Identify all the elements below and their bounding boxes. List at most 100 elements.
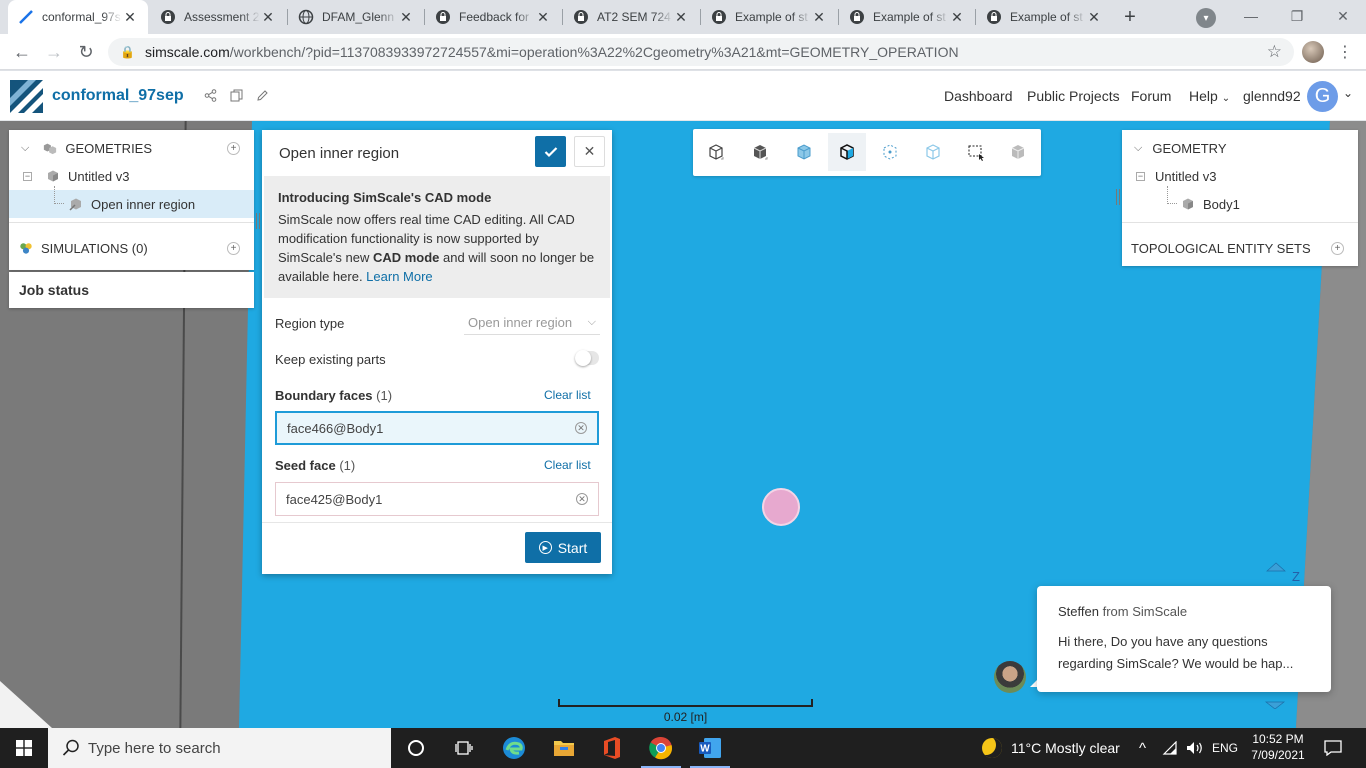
add-geometry-button[interactable]: + [227,141,240,155]
collapse-box-icon[interactable]: − [1136,171,1145,181]
network-wifi-icon[interactable] [1162,728,1178,768]
transparent-view-icon[interactable] [785,133,823,171]
region-type-select[interactable]: Open inner region ⌵ [464,311,600,335]
browser-menu-icon[interactable]: ⋮ [1335,40,1355,64]
face-select-icon[interactable] [828,133,866,171]
wireframe-view-icon[interactable] [697,133,735,171]
close-tab-icon[interactable]: ✕ [122,9,138,25]
seed-point-marker[interactable] [762,488,800,526]
nav-dashboard[interactable]: Dashboard [944,88,1013,104]
tree-geometry-root[interactable]: ⌵ GEOMETRY [1122,134,1358,162]
job-status-panel[interactable]: Job status [9,272,254,308]
lock-icon[interactable]: 🔒 [120,45,135,59]
remove-seed-face-icon[interactable]: ✕ [576,493,588,505]
browser-profile-avatar[interactable] [1302,41,1324,63]
lock-favicon-icon [573,9,589,25]
address-bar[interactable]: 🔒 simscale.com/workbench/?pid=1137083933… [108,38,1294,66]
vertex-select-icon[interactable] [871,133,909,171]
restore-icon[interactable]: ❐ [1274,0,1320,32]
confirm-button[interactable] [535,136,566,167]
user-menu-chevron-icon[interactable]: ⌄ [1343,86,1353,100]
forward-arrow-icon[interactable]: → [42,40,66,64]
clear-seed-list-link[interactable]: Clear list [544,458,591,472]
close-window-icon[interactable]: ✕ [1320,0,1366,32]
close-tab-icon[interactable]: ✕ [673,9,689,25]
close-dialog-button[interactable]: ✕ [574,136,605,167]
3d-viewport[interactable]: 0.02 [m] Z ⌵ GEOMETRIES + − Untitled v3 [0,121,1366,728]
nav-help[interactable]: Help ⌄ [1189,88,1230,104]
browser-tab-example-3[interactable]: Example of st ✕ [976,0,1112,34]
tree-geometries[interactable]: ⌵ GEOMETRIES + [9,134,254,162]
start-button[interactable]: ▶ Start [525,532,601,563]
taskbar-clock[interactable]: 10:52 PM 7/09/2021 [1248,731,1308,763]
chat-agent-avatar[interactable] [994,661,1026,693]
nav-public-projects[interactable]: Public Projects [1027,88,1120,104]
reload-icon[interactable]: ↻ [74,40,98,64]
weather-widget[interactable]: 11°C Mostly clear [982,728,1120,768]
browser-tab-at2[interactable]: AT2 SEM 724 ✕ [563,0,699,34]
bookmark-star-icon[interactable]: ☆ [1267,42,1282,62]
input-language[interactable]: ENG [1212,728,1238,768]
hide-parts-icon[interactable] [999,133,1037,171]
browser-tab-assessment[interactable]: Assessment 2 ✕ [150,0,286,34]
tree-geometry-untitled-v3[interactable]: − Untitled v3 [9,162,254,190]
edit-pencil-icon[interactable] [254,87,270,103]
keep-parts-toggle[interactable] [575,350,599,366]
volume-select-icon[interactable] [914,133,952,171]
close-tab-icon[interactable]: ✕ [398,9,414,25]
nav-user[interactable]: glennd92 [1243,88,1301,104]
close-tab-icon[interactable]: ✕ [535,9,551,25]
close-tab-icon[interactable]: ✕ [811,9,827,25]
minimize-icon[interactable]: — [1228,0,1274,32]
start-windows-icon[interactable] [0,728,48,768]
cortana-icon[interactable] [392,728,440,768]
browser-tab-example-2[interactable]: Example of st ✕ [839,0,975,34]
close-tab-icon[interactable]: ✕ [260,9,276,25]
seed-face-field[interactable]: face425@Body1 ✕ [275,482,599,516]
learn-more-link[interactable]: Learn More [366,269,432,284]
add-simulation-button[interactable]: + [227,241,240,255]
tab-search-chevron-icon[interactable]: ▾ [1196,8,1216,28]
share-icon[interactable] [202,87,218,103]
boundary-faces-field[interactable]: face466@Body1 ✕ [275,411,599,445]
box-select-icon[interactable] [957,133,995,171]
chrome-icon[interactable] [637,728,685,768]
chevron-down-icon[interactable]: ⌵ [21,142,29,155]
browser-tab-example-1[interactable]: Example of st ✕ [701,0,837,34]
chevron-down-icon[interactable]: ⌵ [1134,142,1142,155]
copy-icon[interactable] [228,87,244,103]
nav-forum[interactable]: Forum [1131,88,1171,104]
close-tab-icon[interactable]: ✕ [949,9,965,25]
word-icon[interactable]: W [686,728,734,768]
volume-speaker-icon[interactable] [1186,728,1204,768]
tree-body1[interactable]: Body1 [1122,186,1358,218]
remove-boundary-face-icon[interactable]: ✕ [575,422,587,434]
panel-resize-handle[interactable] [1116,189,1120,205]
task-view-icon[interactable] [440,728,488,768]
chat-message-bubble[interactable]: Steffen from SimScale Hi there, Do you h… [1037,586,1331,692]
browser-tab-conformal[interactable]: conformal_97sep ✕ [8,0,148,34]
file-explorer-icon[interactable] [540,728,588,768]
add-entity-set-button[interactable]: + [1331,241,1344,255]
solid-view-icon[interactable] [741,133,779,171]
panel-resize-handle[interactable] [256,213,260,229]
show-hidden-icons-chevron-icon[interactable]: ^ [1139,728,1146,768]
tree-untitled-v3[interactable]: − Untitled v3 [1122,162,1358,190]
notifications-icon[interactable] [1324,728,1342,768]
tree-topological-entity-sets[interactable]: TOPOLOGICAL ENTITY SETS + [1122,234,1358,262]
close-tab-icon[interactable]: ✕ [1086,9,1102,25]
taskbar-search-box[interactable]: Type here to search [48,728,391,768]
browser-tab-feedback[interactable]: Feedback for ✕ [425,0,561,34]
user-avatar[interactable]: G [1307,81,1338,112]
browser-tab-dfam[interactable]: DFAM_Glenn ✕ [288,0,424,34]
collapse-box-icon[interactable]: − [23,171,32,181]
simscale-logo[interactable] [10,80,43,113]
project-name[interactable]: conformal_97sep [52,87,184,105]
tree-simulations[interactable]: SIMULATIONS (0) + [9,234,254,262]
new-tab-button[interactable]: + [1118,5,1142,29]
clear-boundary-list-link[interactable]: Clear list [544,388,591,402]
edge-browser-icon[interactable] [490,728,538,768]
back-arrow-icon[interactable]: ← [10,40,34,64]
office-icon[interactable] [588,728,636,768]
tree-operation-open-inner-region[interactable]: Open inner region [9,186,254,218]
